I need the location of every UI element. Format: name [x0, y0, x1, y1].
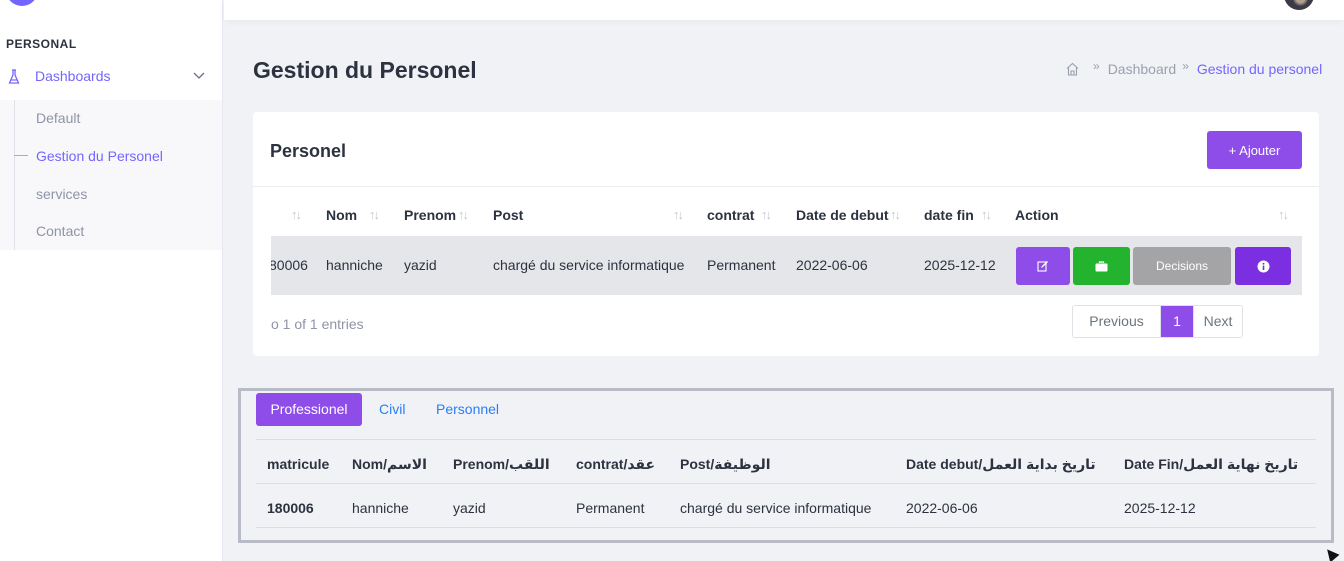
- cell-date-debut: 2022-06-06: [906, 500, 978, 516]
- cell-nom: hanniche: [326, 257, 383, 273]
- pagination: Previous 1 Next: [1072, 305, 1243, 338]
- mouse-cursor-icon: [1322, 545, 1340, 561]
- sidebar-item-label: Dashboards: [35, 68, 111, 84]
- sort-icon[interactable]: ↑↓: [1278, 207, 1289, 222]
- column-header-prenom: Prenom/اللقب: [453, 456, 550, 472]
- dashboards-submenu: Default Gestion du Personel services Con…: [0, 100, 222, 250]
- cell-date-fin: 2025-12-12: [1124, 500, 1196, 516]
- entries-info: o 1 of 1 entries: [271, 316, 364, 332]
- logo-icon[interactable]: [6, 0, 38, 6]
- tab-professionel[interactable]: Professionel: [256, 393, 362, 426]
- cell-prenom: yazid: [404, 257, 437, 273]
- top-header: [224, 0, 1344, 20]
- sidebar: PERSONAL Dashboards Default Gestion du P…: [0, 0, 223, 561]
- personel-card: Personel + Ajouter ↑↓ Nom ↑↓ Prenom ↑↓ P…: [253, 112, 1319, 356]
- sort-icon[interactable]: ↑↓: [761, 207, 772, 222]
- sidebar-item-dashboards[interactable]: Dashboards: [0, 60, 222, 92]
- home-icon[interactable]: [1066, 62, 1079, 76]
- details-panel: Professionel Civil Personnel matricule N…: [238, 388, 1334, 543]
- column-header-prenom[interactable]: Prenom: [404, 207, 456, 223]
- column-header-date-fin: Date Fin/تاريخ نهاية العمل: [1124, 456, 1299, 472]
- cell-matricule: 180006: [267, 500, 314, 516]
- cell-nom: hanniche: [352, 500, 409, 516]
- breadcrumb-dashboard[interactable]: Dashboard: [1108, 61, 1177, 77]
- tab-personnel[interactable]: Personnel: [436, 393, 499, 426]
- tab-civil[interactable]: Civil: [379, 393, 405, 426]
- cell-date-debut: 2022-06-06: [796, 257, 868, 273]
- column-header-date-fin[interactable]: date fin: [924, 207, 974, 223]
- column-header-date-debut[interactable]: Date de debut: [796, 207, 889, 223]
- column-header-contrat: contrat/عقد: [576, 456, 656, 472]
- sort-icon[interactable]: ↑↓: [291, 207, 302, 222]
- submenu-item-default[interactable]: Default: [36, 110, 80, 126]
- chevron-down-icon[interactable]: [193, 72, 205, 80]
- column-header-nom[interactable]: Nom: [326, 207, 357, 223]
- contract-button[interactable]: [1073, 247, 1130, 285]
- info-button[interactable]: [1235, 247, 1291, 285]
- sort-icon[interactable]: ↑↓: [458, 207, 469, 222]
- sort-icon[interactable]: ↑↓: [369, 207, 380, 222]
- card-divider: [253, 186, 1319, 187]
- table-header: ↑↓ Nom ↑↓ Prenom ↑↓ Post ↑↓ contrat ↑↓ D…: [271, 196, 1302, 236]
- column-header-date-debut: Date debut/تاريخ بداية العمل: [906, 456, 1096, 472]
- column-header-contrat[interactable]: contrat: [707, 207, 754, 223]
- breadcrumb: » Dashboard » Gestion du personel: [1066, 59, 1323, 78]
- page-title: Gestion du Personel: [253, 57, 477, 83]
- breadcrumb-current: Gestion du personel: [1196, 61, 1323, 77]
- cell-contrat: Permanent: [707, 257, 776, 273]
- submenu-item-services[interactable]: services: [36, 186, 87, 202]
- info-icon: [1257, 260, 1269, 272]
- cell-post: chargé du service informatique: [680, 500, 872, 516]
- submenu-active-marker: [14, 155, 28, 156]
- column-header-post: Post/الوظيفة: [680, 456, 771, 472]
- sidebar-section-label: PERSONAL: [6, 37, 77, 51]
- cell-prenom: yazid: [453, 500, 486, 516]
- divider: [256, 439, 1316, 440]
- sort-icon[interactable]: ↑↓: [981, 207, 992, 222]
- column-header-post[interactable]: Post: [493, 207, 523, 223]
- cell-matricule: 80006: [271, 257, 308, 273]
- column-header-matricule: matricule: [267, 456, 330, 472]
- submenu-line: [14, 100, 15, 250]
- next-page-button[interactable]: Next: [1193, 306, 1242, 337]
- card-title: Personel: [270, 141, 347, 161]
- previous-page-button[interactable]: Previous: [1073, 306, 1161, 337]
- table-row[interactable]: 80006 hanniche yazid chargé du service i…: [271, 236, 1302, 295]
- add-button[interactable]: + Ajouter: [1207, 131, 1302, 169]
- divider: [256, 483, 1316, 484]
- cell-date-fin: 2025-12-12: [924, 257, 996, 273]
- decisions-button[interactable]: Decisions: [1133, 247, 1231, 285]
- cell-post: chargé du service informatique: [493, 257, 685, 273]
- sort-icon[interactable]: ↑↓: [890, 207, 901, 222]
- sort-icon[interactable]: ↑↓: [673, 207, 684, 222]
- column-header-nom: Nom/الاسم: [352, 456, 427, 472]
- flask-icon: [8, 69, 20, 84]
- page-1-button[interactable]: 1: [1161, 306, 1193, 337]
- submenu-item-gestion-personel[interactable]: Gestion du Personel: [36, 148, 163, 164]
- divider: [256, 527, 1316, 528]
- cell-contrat: Permanent: [576, 500, 645, 516]
- breadcrumb-separator-icon: »: [1182, 59, 1189, 73]
- edit-icon: [1037, 261, 1048, 272]
- briefcase-icon: [1095, 260, 1108, 271]
- edit-button[interactable]: [1016, 247, 1070, 285]
- column-header-action: Action: [1015, 207, 1059, 223]
- breadcrumb-separator-icon: »: [1093, 59, 1100, 73]
- submenu-item-contact[interactable]: Contact: [36, 223, 84, 239]
